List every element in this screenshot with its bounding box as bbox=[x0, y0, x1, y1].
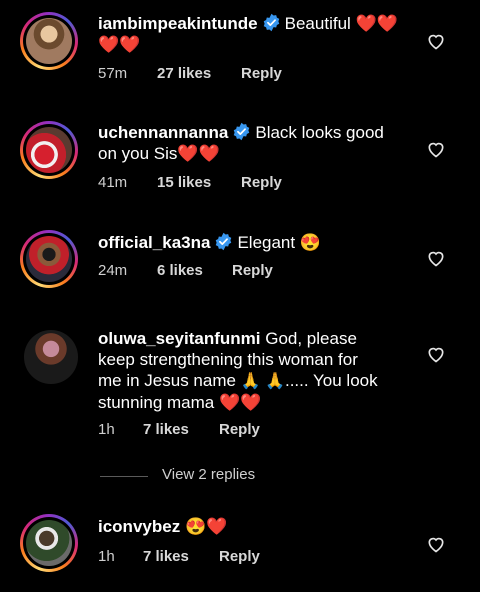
heart-outline-icon[interactable] bbox=[426, 139, 446, 159]
heart-emoji: ❤️❤️ bbox=[177, 144, 220, 163]
heart-outline-icon[interactable] bbox=[426, 344, 446, 364]
comment-meta: 1h 7 likes Reply bbox=[98, 548, 260, 565]
avatar[interactable] bbox=[20, 12, 78, 70]
avatar[interactable] bbox=[20, 121, 78, 179]
view-replies-label[interactable]: View 2 replies bbox=[162, 466, 255, 483]
reply-button[interactable]: Reply bbox=[241, 174, 282, 191]
verified-badge-icon bbox=[263, 13, 279, 32]
comment-text: God, please bbox=[265, 329, 357, 348]
heart-outline-icon[interactable] bbox=[426, 31, 446, 51]
heart-outline-icon[interactable] bbox=[426, 248, 446, 268]
comment-text: ..... You look bbox=[284, 371, 378, 390]
comment-meta: 41m 15 likes Reply bbox=[98, 174, 282, 191]
comment-text: on you Sis bbox=[98, 144, 178, 163]
heart-emoji: ❤️❤️ bbox=[218, 393, 262, 412]
reply-button[interactable]: Reply bbox=[241, 65, 282, 82]
heart-outline-icon[interactable] bbox=[426, 534, 446, 554]
username[interactable]: uchennannanna bbox=[98, 123, 228, 142]
reply-button[interactable]: Reply bbox=[219, 421, 260, 438]
comment-text: me in Jesus name bbox=[98, 371, 236, 390]
timestamp: 1h bbox=[98, 548, 115, 565]
timestamp: 24m bbox=[98, 262, 128, 279]
verified-badge-icon bbox=[234, 122, 250, 141]
username[interactable]: iconvybez bbox=[98, 517, 180, 536]
divider bbox=[100, 476, 148, 477]
comment-text: stunning mama bbox=[98, 393, 215, 412]
comment-text: Black looks good bbox=[255, 123, 384, 142]
avatar[interactable] bbox=[24, 330, 78, 384]
likes-count[interactable]: 15 likes bbox=[157, 174, 211, 191]
heart-eyes-emoji: 😍❤️ bbox=[184, 517, 228, 536]
reply-button[interactable]: Reply bbox=[232, 262, 273, 279]
comment-text: Elegant bbox=[237, 233, 296, 252]
heart-emoji: ❤️❤️ bbox=[355, 14, 398, 33]
comment-meta: 57m 27 likes Reply bbox=[98, 65, 282, 82]
timestamp: 1h bbox=[98, 421, 115, 438]
username[interactable]: official_ka3na bbox=[98, 233, 210, 252]
reply-button[interactable]: Reply bbox=[219, 548, 260, 565]
likes-count[interactable]: 6 likes bbox=[157, 262, 203, 279]
likes-count[interactable]: 7 likes bbox=[143, 548, 189, 565]
comment-meta: 24m 6 likes Reply bbox=[98, 262, 273, 279]
likes-count[interactable]: 27 likes bbox=[157, 65, 211, 82]
comment-text: keep strengthening this woman for bbox=[98, 350, 358, 369]
avatar[interactable] bbox=[20, 514, 78, 572]
timestamp: 57m bbox=[98, 65, 128, 82]
likes-count[interactable]: 7 likes bbox=[143, 421, 189, 438]
timestamp: 41m bbox=[98, 174, 128, 191]
username[interactable]: iambimpeakintunde bbox=[98, 14, 258, 33]
praying-hands-emoji: 🙏 🙏 bbox=[240, 373, 285, 390]
username[interactable]: oluwa_seyitanfunmi bbox=[98, 329, 260, 348]
comment-meta: 1h 7 likes Reply bbox=[98, 421, 260, 438]
comment-text: Beautiful bbox=[284, 14, 351, 33]
heart-eyes-emoji: 😍 bbox=[299, 233, 322, 252]
verified-badge-icon bbox=[216, 232, 232, 251]
heart-emoji: ❤️❤️ bbox=[98, 35, 141, 54]
avatar[interactable] bbox=[20, 230, 78, 288]
